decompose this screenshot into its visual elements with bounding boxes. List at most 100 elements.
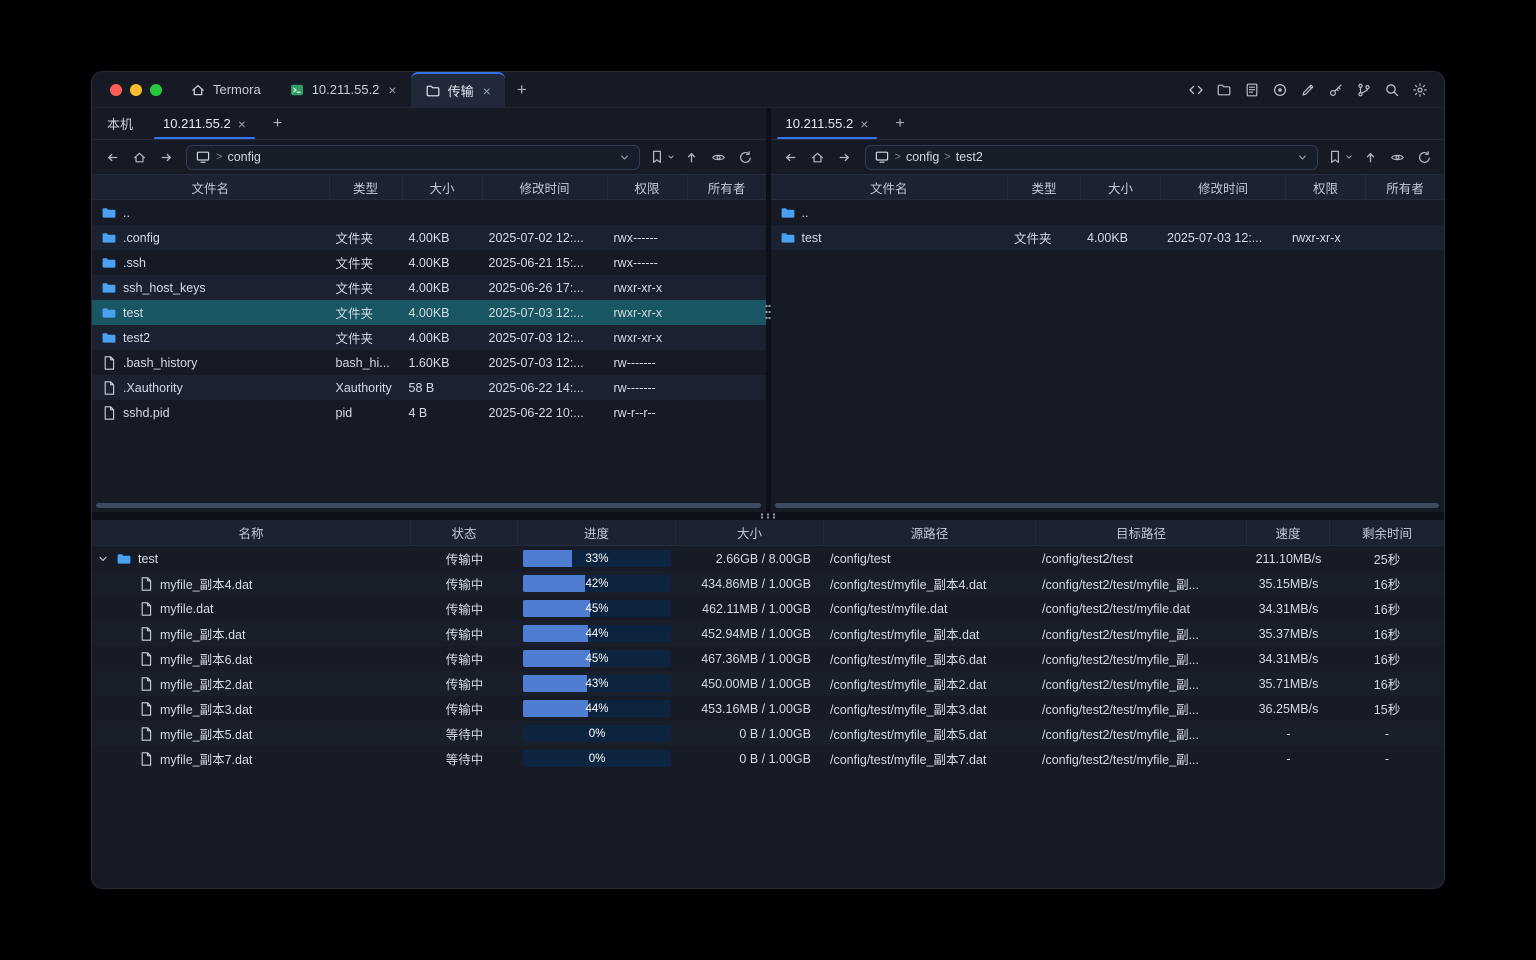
column-header-speed[interactable]: 速度 [1247,520,1330,545]
breadcrumb-segment[interactable]: test2 [956,150,983,164]
home-button[interactable] [807,146,829,168]
progress-percent: 33% [523,550,671,567]
column-header-perm[interactable]: 权限 [1286,175,1366,199]
breadcrumb-segment[interactable]: config [906,150,939,164]
parent-directory-button[interactable] [681,146,703,168]
transfer-row[interactable]: myfile_副本2.dat 传输中 43% 450.00MB / 1.00GB… [92,671,1444,696]
new-tab-button[interactable]: + [505,72,539,107]
column-header-mtime[interactable]: 修改时间 [483,175,608,199]
bookmark-button[interactable] [649,149,676,165]
column-header-owner[interactable]: 所有者 [1366,175,1444,199]
transfer-row[interactable]: myfile_副本7.dat 等待中 0% 0 B / 1.00GB /conf… [92,746,1444,771]
close-window-button[interactable] [110,84,122,96]
horizontal-scrollbar[interactable] [96,503,761,508]
transfer-row[interactable]: myfile_副本6.dat 传输中 45% 467.36MB / 1.00GB… [92,646,1444,671]
forward-button[interactable] [155,146,177,168]
transfer-row[interactable]: myfile_副本.dat 传输中 44% 452.94MB / 1.00GB … [92,621,1444,646]
file-row[interactable]: test2 文件夹 4.00KB 2025-07-03 12:... rwxr-… [92,325,766,350]
back-button[interactable] [780,146,802,168]
file-row[interactable]: .. [771,200,1445,225]
tab-termora[interactable]: Termora [176,72,275,107]
column-header-mtime[interactable]: 修改时间 [1161,175,1286,199]
close-icon[interactable]: × [483,84,491,98]
column-header-status[interactable]: 状态 [411,520,518,545]
tab-local[interactable]: 本机 [92,108,148,139]
zoom-window-button[interactable] [150,84,162,96]
column-header-perm[interactable]: 权限 [608,175,688,199]
file-row[interactable]: .Xauthority Xauthority 58 B 2025-06-22 1… [92,375,766,400]
edit-icon[interactable] [1300,82,1316,98]
home-button[interactable] [128,146,150,168]
record-icon[interactable] [1272,82,1288,98]
column-header-owner[interactable]: 所有者 [688,175,766,199]
transfer-row[interactable]: test 传输中 33% 2.66GB / 8.00GB /config/tes… [92,546,1444,571]
close-icon[interactable]: × [238,117,246,131]
key-icon[interactable] [1328,82,1344,98]
column-header-type[interactable]: 类型 [1008,175,1081,199]
code-icon[interactable] [1188,82,1204,98]
transfer-row[interactable]: myfile.dat 传输中 45% 462.11MB / 1.00GB /co… [92,596,1444,621]
chevron-down-icon[interactable] [618,151,631,164]
close-icon[interactable]: × [860,117,868,131]
file-row[interactable]: .config 文件夹 4.00KB 2025-07-02 12:... rwx… [92,225,766,250]
column-header-filename[interactable]: 文件名 [771,175,1009,199]
transfer-row[interactable]: myfile_副本4.dat 传输中 42% 434.86MB / 1.00GB… [92,571,1444,596]
transfer-row[interactable]: myfile_副本5.dat 等待中 0% 0 B / 1.00GB /conf… [92,721,1444,746]
breadcrumb-separator: > [216,151,222,163]
column-header-size[interactable]: 大小 [1081,175,1161,199]
transfer-target-path: /config/test2/test/myfile_副... [1036,674,1247,693]
tab-remote-host[interactable]: 10.211.55.2 × [771,108,884,139]
transfer-row[interactable]: myfile_副本3.dat 传输中 44% 453.16MB / 1.00GB… [92,696,1444,721]
tab-host[interactable]: 10.211.55.2 × [275,72,411,107]
column-header-name[interactable]: 名称 [92,520,411,545]
folder-icon [101,205,117,221]
new-session-button[interactable]: + [261,108,294,139]
folder-outline-icon[interactable] [1216,82,1232,98]
refresh-button[interactable] [1413,146,1435,168]
chevron-down-icon[interactable] [96,552,110,566]
column-header-size[interactable]: 大小 [676,520,824,545]
forward-button[interactable] [834,146,856,168]
transfer-table-header: 名称 状态 进度 大小 源路径 目标路径 速度 剩余时间 [92,520,1444,546]
file-row[interactable]: ssh_host_keys 文件夹 4.00KB 2025-06-26 17:.… [92,275,766,300]
log-icon[interactable] [1244,82,1260,98]
tab-remote-host[interactable]: 10.211.55.2 × [148,108,261,139]
file-row[interactable]: .. [92,200,766,225]
file-row[interactable]: .bash_history bash_hi... 1.60KB 2025-07-… [92,350,766,375]
left-file-rows: .. .config 文件夹 4.00KB 2025-07-02 12:... … [92,200,766,425]
file-row[interactable]: sshd.pid pid 4 B 2025-06-22 10:... rw-r-… [92,400,766,425]
tab-transfer[interactable]: 传输 × [411,72,505,107]
column-header-eta[interactable]: 剩余时间 [1330,520,1444,545]
chevron-down-icon[interactable] [1296,151,1309,164]
transfer-splitter[interactable] [92,512,1444,520]
file-row[interactable]: .ssh 文件夹 4.00KB 2025-06-21 15:... rwx---… [92,250,766,275]
file-row[interactable]: test 文件夹 4.00KB 2025-07-03 12:... rwxr-x… [771,225,1445,250]
search-icon[interactable] [1384,82,1400,98]
show-hidden-files-button[interactable] [708,146,730,168]
bookmark-button[interactable] [1327,149,1354,165]
parent-directory-button[interactable] [1359,146,1381,168]
minimize-window-button[interactable] [130,84,142,96]
file-icon [101,355,117,371]
column-header-type[interactable]: 类型 [330,175,403,199]
branch-icon[interactable] [1356,82,1372,98]
right-panel-tabs: 10.211.55.2 × + [771,108,1445,140]
column-header-target[interactable]: 目标路径 [1036,520,1247,545]
folder-icon [101,255,117,271]
file-row[interactable]: test 文件夹 4.00KB 2025-07-03 12:... rwxr-x… [92,300,766,325]
close-icon[interactable]: × [388,83,396,97]
column-header-size[interactable]: 大小 [403,175,483,199]
path-breadcrumb[interactable]: > config [186,145,640,170]
path-breadcrumb[interactable]: > config > test2 [865,145,1319,170]
settings-icon[interactable] [1412,82,1428,98]
breadcrumb-segment[interactable]: config [227,150,260,164]
back-button[interactable] [101,146,123,168]
transfer-speed: 35.71MB/s [1247,677,1330,691]
column-header-progress[interactable]: 进度 [518,520,676,545]
show-hidden-files-button[interactable] [1386,146,1408,168]
horizontal-scrollbar[interactable] [775,503,1440,508]
column-header-source[interactable]: 源路径 [824,520,1036,545]
refresh-button[interactable] [735,146,757,168]
new-session-button[interactable]: + [883,108,916,139]
column-header-filename[interactable]: 文件名 [92,175,330,199]
